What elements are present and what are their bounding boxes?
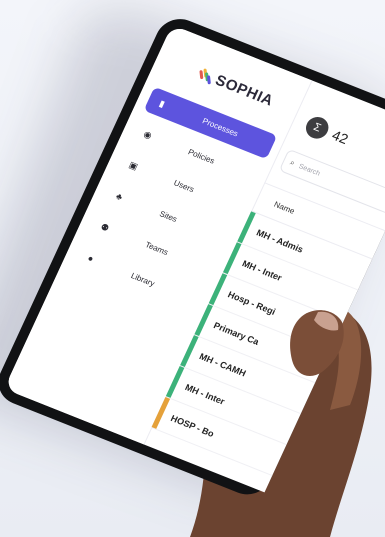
sidebar-item-label: Policies xyxy=(186,146,217,166)
sigma-icon: Σ xyxy=(302,113,333,142)
row-name: MH - Inter xyxy=(240,257,284,283)
search-icon: ⌕ xyxy=(288,157,297,168)
sites-icon: ♣ xyxy=(114,190,125,203)
row-name: MH - Inter xyxy=(183,381,227,407)
row-name: Primary Ca xyxy=(212,319,261,347)
sidebar-item-label: Users xyxy=(172,177,196,194)
sidebar-item-label: Library xyxy=(129,270,157,288)
sidebar-item-label: Teams xyxy=(143,239,170,257)
logo-text: SOPHIA xyxy=(212,71,277,110)
sophia-logo-icon xyxy=(197,67,214,84)
policy-icon: ◉ xyxy=(142,128,154,141)
library-icon: ● xyxy=(86,252,96,265)
user-icon: ▣ xyxy=(127,159,140,172)
sidebar-item-label: Processes xyxy=(201,115,240,138)
document-icon: ▮ xyxy=(157,97,167,109)
row-name: Hosp - Regi xyxy=(226,288,278,317)
row-name: MH - CAMH xyxy=(197,350,248,378)
sidebar-item-label: Sites xyxy=(158,208,179,224)
row-name: MH - Admis xyxy=(255,226,306,255)
process-count-value: 42 xyxy=(329,126,351,148)
process-count: Σ 42 xyxy=(301,111,353,153)
search-placeholder: Search xyxy=(297,162,322,178)
row-name: HOSP - Bo xyxy=(169,412,216,439)
team-icon: ⚉ xyxy=(99,221,112,234)
app-logo[interactable]: SOPHIA xyxy=(197,65,277,110)
